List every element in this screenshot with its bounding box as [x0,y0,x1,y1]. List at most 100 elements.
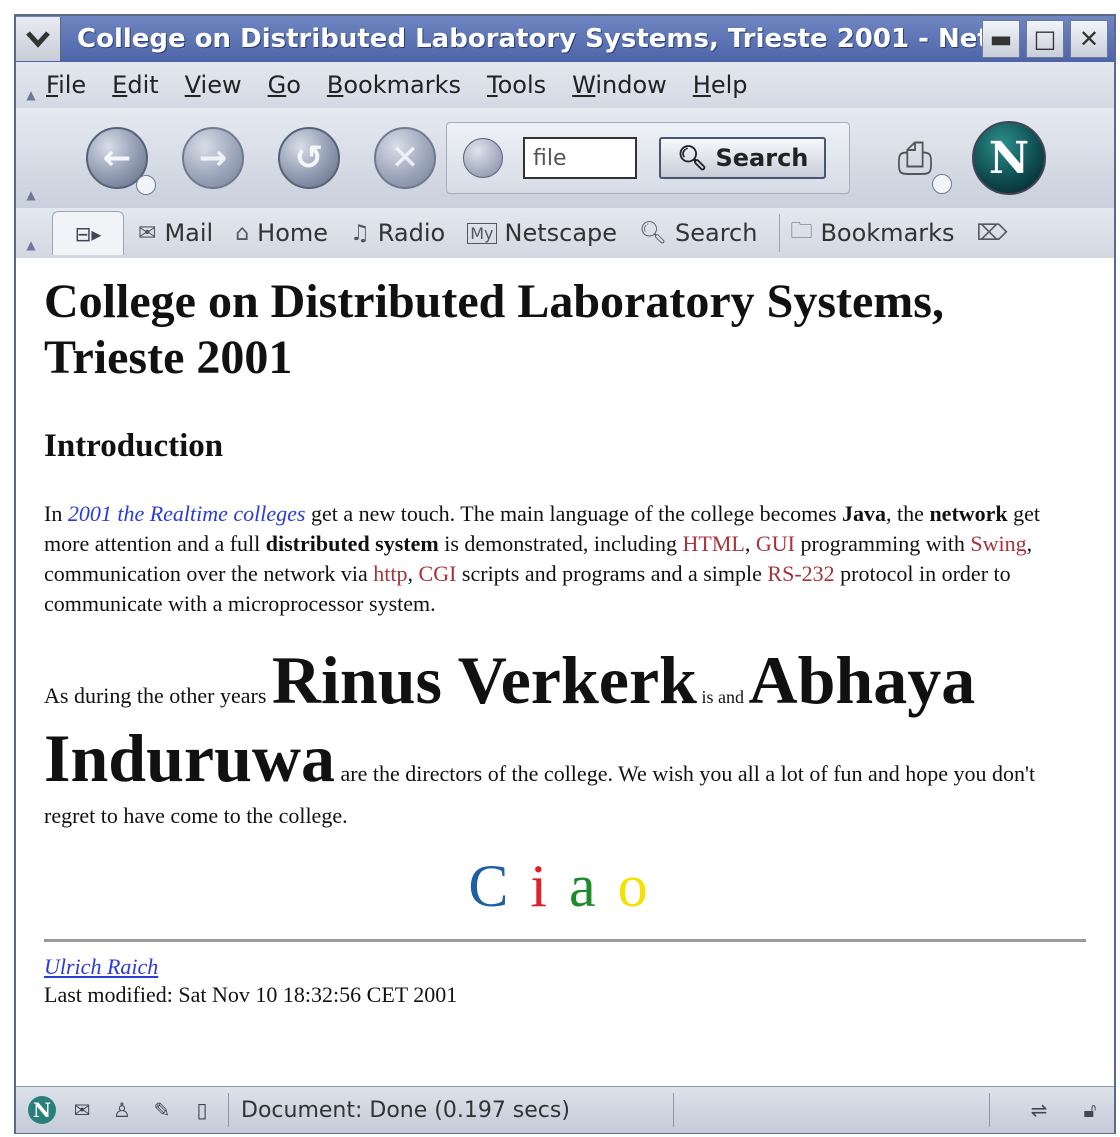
bookmarks-label: Bookmarks [820,219,955,247]
status-divider [673,1093,674,1127]
ciao-letter: o [617,853,662,919]
navigator-icon[interactable]: N [28,1096,56,1124]
http-link[interactable]: http [373,561,407,586]
menu-edit[interactable]: Edit [112,71,158,99]
html-link[interactable]: HTML [683,531,745,556]
menu-view-label: iew [200,71,242,99]
search-button-label: Search [715,144,809,172]
menu-bookmarks[interactable]: Bookmarks [327,71,461,99]
browser-window: College on Distributed Laboratory System… [14,14,1116,1134]
menu-bookmarks-label: ookmarks [343,71,461,99]
status-divider [228,1093,229,1127]
tag-icon: ⌦ [976,220,1008,246]
menu-window-mnemonic: W [572,71,596,99]
instant-messenger-icon[interactable]: ♙ [108,1096,136,1124]
toolbar-grip-icon[interactable]: ▲ [16,108,46,208]
magnifier-icon: 🔍︎ [639,220,667,246]
menu-file[interactable]: File [46,71,86,99]
toolbar-grip-icon[interactable]: ▲ [16,62,46,108]
swing-link[interactable]: Swing [970,531,1026,556]
cgi-link[interactable]: CGI [419,561,457,586]
bookmarks-button[interactable]: 🗀 Bookmarks [790,214,954,252]
navigation-toolbar: ▲ ← → ↺ ✕ file 🔍︎ Search ⎙ N [16,108,1114,209]
netscape-logo-letter: N [988,132,1030,184]
java-term: Java [842,501,887,526]
status-divider [989,1093,990,1127]
menu-bar: ▲ File Edit View Go Bookmarks Tools Wind… [16,62,1114,109]
my-netscape-icon: My [467,222,497,244]
folder-icon: 🗀 [790,219,813,244]
ciao-greeting: Ciao [44,852,1086,921]
intro-text: In [44,501,68,526]
menu-go-mnemonic: G [267,71,287,99]
magnifier-icon: 🔍︎ [677,144,708,172]
print-dropdown[interactable] [932,174,952,194]
status-bar: N ✉ ♙ ✎ ▯ Document: Done (0.197 secs) ⇌ … [16,1086,1114,1133]
toolbar-grip-icon[interactable]: ▲ [16,208,46,258]
menu-window[interactable]: Window [572,71,667,99]
bookmark-tag-icon[interactable]: ⌦ [977,221,1016,246]
lock-icon[interactable]: 🔓︎ [1076,1096,1104,1124]
intro-text: is demonstrated, including [438,531,683,556]
intro-text: , the [886,501,930,526]
rs232-link[interactable]: RS-232 [767,561,834,586]
back-button[interactable]: ← [86,127,156,195]
reload-icon: ↺ [294,138,324,178]
personal-item-home-label: Home [257,219,329,247]
last-modified: Last modified: Sat Nov 10 18:32:56 CET 2… [44,982,458,1007]
stop-button[interactable]: ✕ [374,127,436,189]
address-book-icon[interactable]: ▯ [188,1096,216,1124]
personal-item-mail-label: Mail [164,219,214,247]
author-link[interactable]: Ulrich Raich [44,954,158,979]
menu-help-label: elp [710,71,748,99]
intro-text: get a new touch. The main language of th… [305,501,843,526]
mail-icon[interactable]: ✉ [68,1096,96,1124]
personal-item-netscape-label: Netscape [504,219,618,247]
menu-tools[interactable]: Tools [487,71,546,99]
window-menu-button[interactable] [16,17,61,61]
online-plug-icon[interactable]: ⇌ [1014,1096,1064,1124]
menu-help[interactable]: Help [693,71,748,99]
personal-item-netscape[interactable]: My Netscape [467,219,617,247]
realtime-colleges-link[interactable]: 2001 the Realtime colleges [68,501,306,526]
page-title: College on Distributed Laboratory System… [44,275,944,384]
netscape-logo[interactable]: N [972,121,1046,195]
personal-item-mail[interactable]: ✉ Mail [138,219,213,247]
distributed-system-term: distributed system [265,531,439,556]
personal-item-radio[interactable]: ♫ Radio [350,219,445,247]
forward-button[interactable]: → [182,127,244,189]
search-button[interactable]: 🔍︎ Search [659,137,827,179]
menu-go[interactable]: Go [268,71,301,99]
new-tab-button[interactable]: ⊟▸ [52,211,124,255]
url-field[interactable]: file [523,137,637,179]
close-button[interactable]: ✕ [1070,20,1108,58]
reload-button[interactable]: ↺ [278,127,340,189]
personal-item-home[interactable]: ⌂ Home [235,219,328,247]
maximize-button[interactable]: □ [1026,20,1064,58]
gui-link[interactable]: GUI [756,531,795,556]
title-bar: College on Distributed Laboratory System… [16,16,1114,62]
horizontal-rule [44,939,1086,942]
stop-icon: ✕ [390,138,420,178]
personal-toolbar: ▲ ⊟▸ ✉ Mail ⌂ Home ♫ Radio My Netscape 🔍… [16,208,1114,259]
directors-text: is and [697,687,749,707]
intro-text: scripts and programs and a simple [456,561,768,586]
menu-view[interactable]: View [185,71,242,99]
back-history-dropdown[interactable] [136,175,156,195]
intro-text: , [407,561,419,586]
menu-file-label: ile [58,71,87,99]
url-dropdown-button[interactable] [463,138,503,178]
intro-text: , [744,531,756,556]
ciao-letter: a [569,853,610,919]
window-title: College on Distributed Laboratory System… [77,24,982,54]
close-icon: ✕ [1078,25,1100,53]
print-button[interactable]: ⎙ [884,132,952,194]
minimize-button[interactable]: ▬ [982,20,1020,58]
composer-icon[interactable]: ✎ [148,1096,176,1124]
forward-icon: → [198,138,228,178]
menu-edit-mnemonic: E [112,71,128,99]
status-right-icons: ⇌ 🔓︎ [977,1093,1114,1127]
toolbar-divider [779,214,781,252]
menu-view-mnemonic: V [184,71,201,99]
personal-item-search[interactable]: 🔍︎ Search [639,219,757,247]
